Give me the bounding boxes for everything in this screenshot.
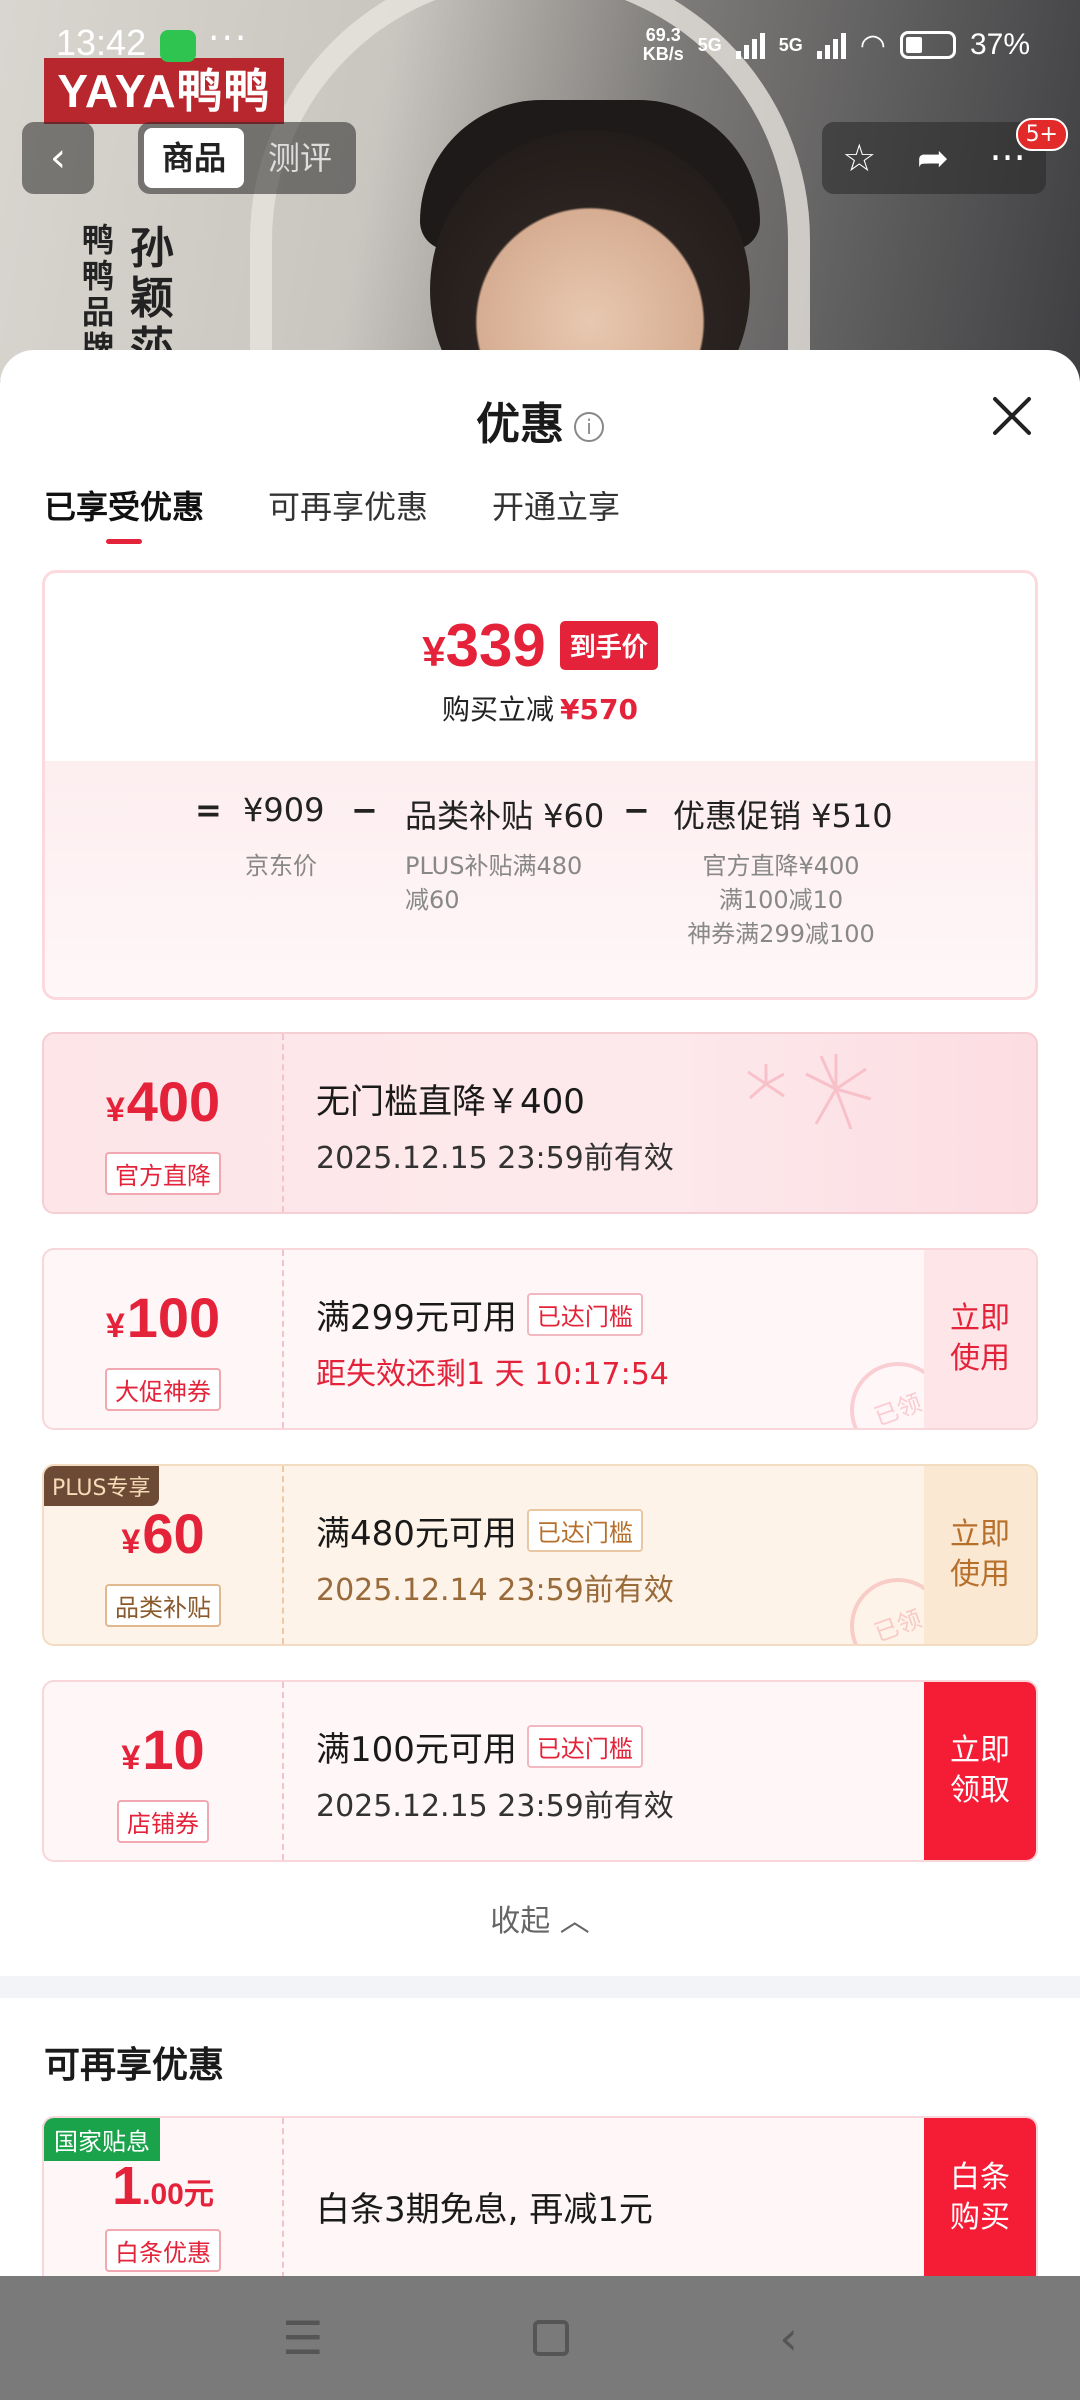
category-subsidy: 品类补贴 ¥60: [405, 797, 605, 835]
offer-sheet: 优惠 i 已享受优惠 可再享优惠 开通立享 ¥339 到手价 购买立减 ¥570 =…: [0, 350, 1080, 2278]
tab-review[interactable]: 测评: [250, 128, 350, 188]
coupon-expiry: 2025.12.15 23:59前有效: [316, 1141, 674, 1176]
baitiao-buy-button[interactable]: 白条 购买: [924, 2118, 1036, 2278]
coupon-type: 店铺券: [117, 1800, 209, 1843]
promotion-total: 优惠促销 ¥510: [673, 797, 893, 835]
coupon-store: ¥10 店铺券 满100元可用 已达门槛 2025.12.15 23:59前有效 …: [42, 1680, 1038, 1862]
final-price-tag: 到手价: [559, 621, 658, 670]
signal-icon-2: [816, 31, 846, 59]
back-icon[interactable]: ‹: [779, 2311, 797, 2365]
message-count-badge: 5+: [1015, 118, 1068, 151]
final-price: ¥339: [422, 612, 546, 679]
wechat-icon: [160, 30, 196, 62]
status-bar: 13:42 ··· 69.3 KB/s 5G 5G ◠ 37%: [56, 18, 1030, 64]
coupon-amount: ¥10: [121, 1718, 205, 1781]
signal-icon: [735, 31, 765, 59]
product-actions: ☆ ➦ ···: [822, 122, 1046, 194]
equals-sign: =: [195, 791, 222, 829]
coupon-plus-subsidy: ¥60 品类补贴 PLUS专享 满480元可用 已达门槛 2025.12.14 2…: [42, 1464, 1038, 1646]
wifi-icon: ◠: [859, 28, 886, 62]
coupon-amount: 1.00元: [112, 2156, 214, 2216]
close-icon[interactable]: [984, 388, 1040, 444]
coupon-type: 品类补贴: [105, 1584, 221, 1627]
threshold-met-chip: 已达门槛: [526, 1293, 643, 1336]
offer-tabs: 已享受优惠 可再享优惠 开通立享: [44, 482, 620, 544]
tab-activate-offers[interactable]: 开通立享: [492, 482, 620, 544]
section-divider: [0, 1976, 1080, 1998]
promotion-notes: 官方直降¥400 满100减10 神券满299减100: [687, 852, 875, 948]
use-now-button[interactable]: 立即 使用: [924, 1466, 1036, 1644]
total-savings: 购买立减 ¥570: [442, 693, 638, 726]
threshold-met-chip: 已达门槛: [526, 1509, 643, 1552]
claim-now-button[interactable]: 立即 领取: [924, 1682, 1036, 1860]
coupon-promo: ¥100 大促神券 满299元可用 已达门槛 距失效还剩1 天 10:17:54 …: [42, 1248, 1038, 1430]
battery-icon: [899, 31, 956, 59]
use-now-button[interactable]: 立即 使用: [924, 1250, 1036, 1428]
minus-sign-2: −: [623, 791, 650, 829]
more-offers-title: 可再享优惠: [44, 2045, 225, 2086]
star-icon[interactable]: ☆: [842, 136, 876, 180]
subsidy-note: PLUS补贴满480 减60: [405, 852, 583, 914]
back-button[interactable]: ‹: [22, 122, 94, 194]
coupon-condition: 满299元可用 已达门槛: [316, 1290, 669, 1339]
jd-price-label: 京东价: [245, 852, 317, 880]
brand-vertical-text: 鸭鸭品牌: [82, 221, 115, 367]
coupon-official-discount: ¥400 官方直降 无门槛直降￥400 2025.12.15 23:59前有效: [42, 1032, 1038, 1214]
menu-icon[interactable]: ☰: [282, 2311, 323, 2365]
coupon-countdown: 距失效还剩1 天 10:17:54: [316, 1357, 669, 1392]
chevron-up-icon: ︿: [559, 1904, 590, 1939]
coupon-baitiao: 国家贴息 1.00元 白条优惠 白条3期免息, 再减1元 白条 购买: [42, 2116, 1038, 2278]
price-breakdown: = ¥909 京东价 − 品类补贴 ¥60 PLUS补贴满480 减60 − 优惠…: [45, 761, 1035, 997]
chevron-left-icon: ‹: [50, 135, 66, 181]
sheet-title: 优惠 i: [0, 388, 1080, 452]
system-navigation-bar: ☰ ‹: [0, 2276, 1080, 2400]
info-icon[interactable]: i: [574, 412, 604, 442]
coupon-condition: 满480元可用 已达门槛: [316, 1506, 674, 1555]
battery-percent: 37%: [969, 28, 1030, 61]
jd-price: ¥909: [243, 791, 325, 829]
coupon-expiry: 2025.12.15 23:59前有效: [316, 1789, 674, 1824]
network-speed: 69.3 KB/s: [642, 25, 684, 64]
product-nav-tabs: 商品 测评: [138, 122, 356, 194]
coupon-amount: ¥100: [105, 1286, 221, 1349]
coupon-expiry: 2025.12.14 23:59前有效: [316, 1573, 674, 1608]
clock: 13:42: [56, 22, 147, 63]
collapse-button[interactable]: 收起 ︿: [0, 1896, 1080, 1940]
coupon-condition: 满100元可用 已达门槛: [316, 1722, 674, 1771]
home-icon[interactable]: [533, 2320, 570, 2356]
coupon-condition: 无门槛直降￥400: [316, 1082, 585, 1122]
coupon-amount: ¥400: [105, 1070, 221, 1133]
share-icon[interactable]: ➦: [917, 136, 949, 180]
more-notifications-icon: ···: [208, 18, 249, 59]
plus-exclusive-badge: PLUS专享: [44, 1466, 159, 1506]
tab-more-offers[interactable]: 可再享优惠: [268, 482, 428, 544]
tab-product[interactable]: 商品: [144, 128, 244, 188]
tab-enjoyed-offers[interactable]: 已享受优惠: [44, 482, 204, 544]
coupon-amount: ¥60: [121, 1502, 205, 1565]
minus-sign: −: [351, 791, 378, 829]
coupon-type: 白条优惠: [105, 2229, 221, 2272]
coupon-type: 官方直降: [105, 1152, 221, 1195]
coupon-type: 大促神券: [105, 1368, 221, 1411]
price-summary-card: ¥339 到手价 购买立减 ¥570 = ¥909 京东价 − 品类补贴 ¥60 …: [42, 570, 1038, 1000]
firework-decoration: [747, 1054, 872, 1130]
threshold-met-chip: 已达门槛: [526, 1725, 643, 1768]
coupon-condition: 白条3期免息, 再减1元: [316, 2190, 653, 2230]
